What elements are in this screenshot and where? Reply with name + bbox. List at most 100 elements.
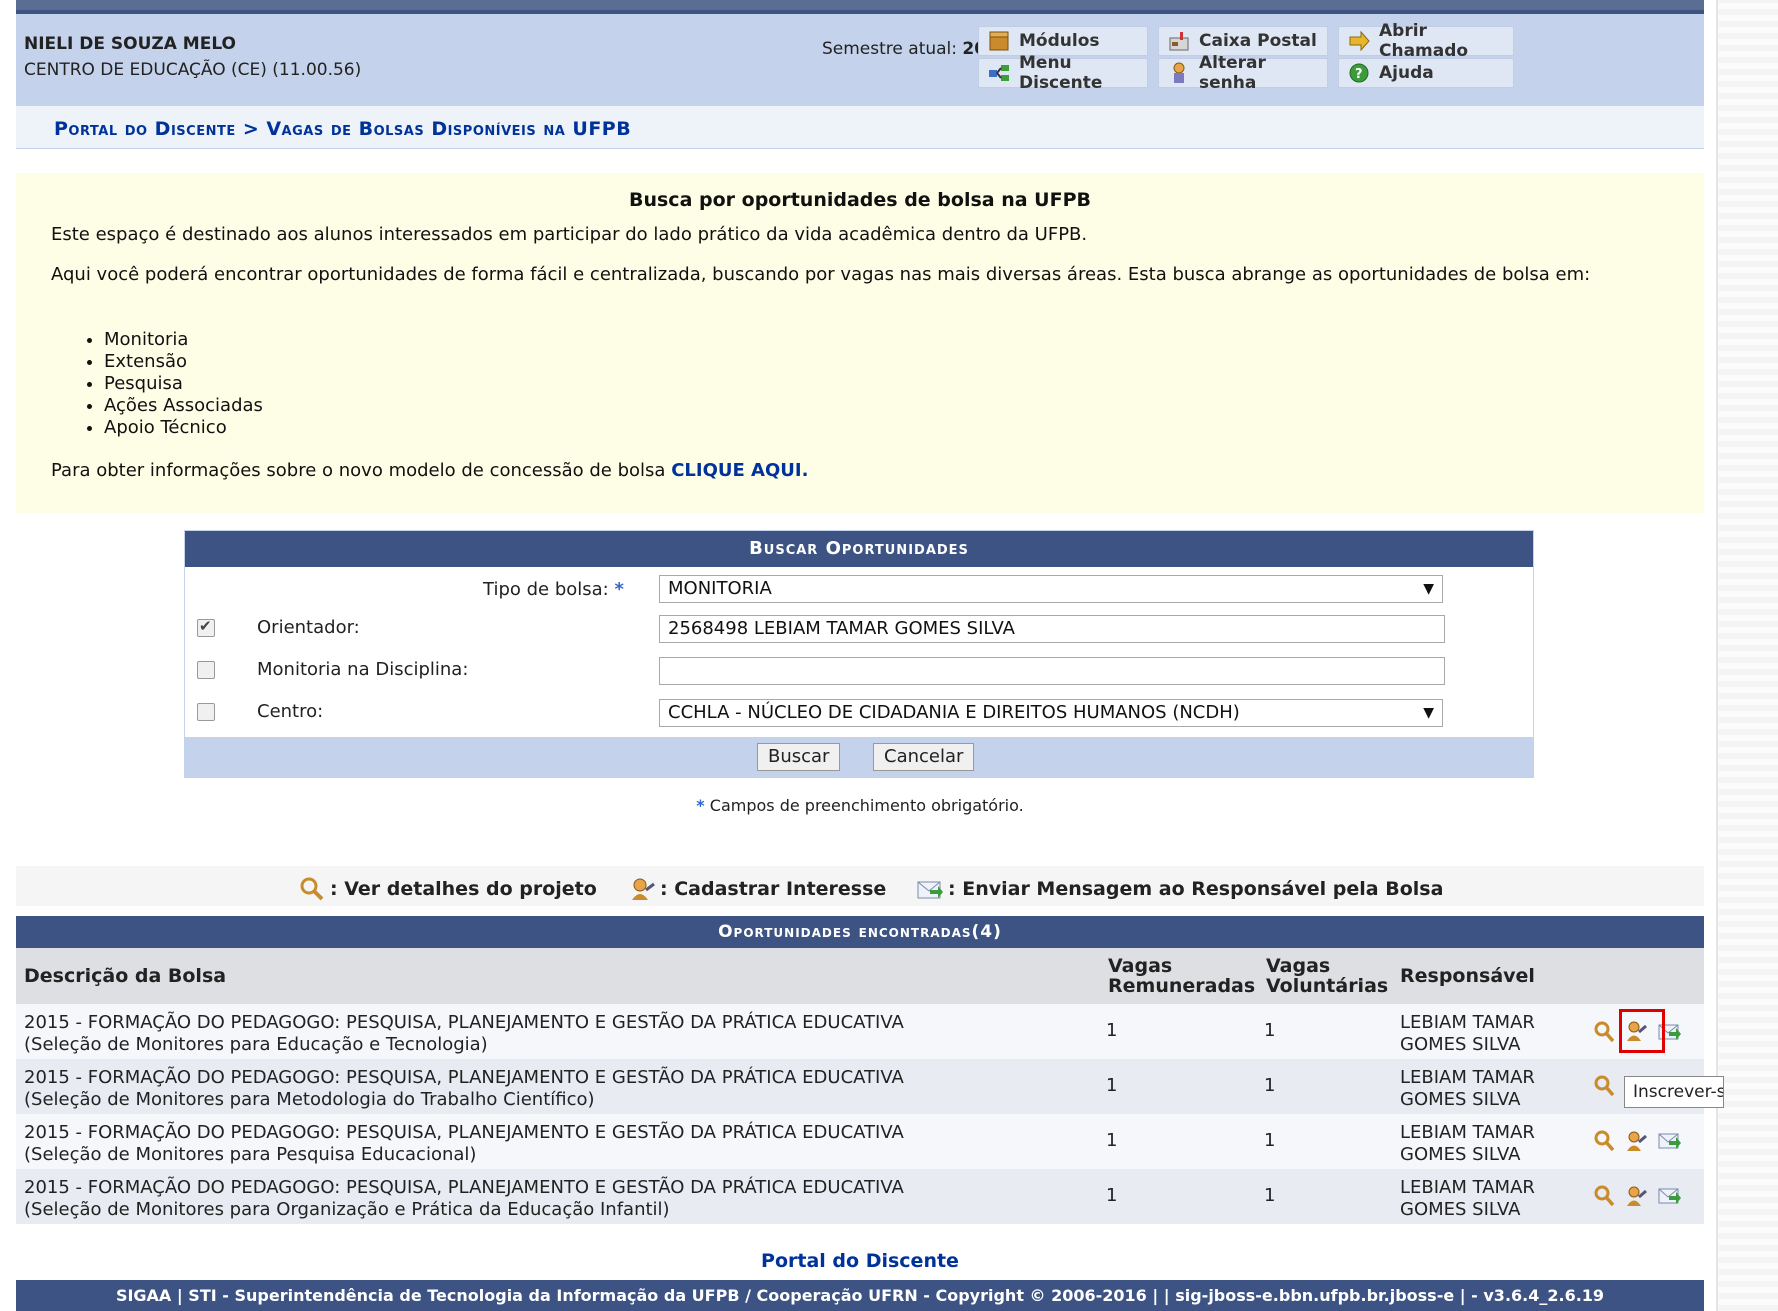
table-row: 2015 - FORMAÇÃO DO PEDAGOGO: PESQUISA, P… bbox=[16, 1169, 1704, 1224]
abrir-chamado-label: Abrir Chamado bbox=[1379, 21, 1469, 61]
send-message-icon[interactable] bbox=[1658, 1129, 1682, 1153]
page: NIELI DE SOUZA MELO CENTRO DE EDUCAÇÃO (… bbox=[16, 0, 1704, 1311]
caixa-postal-button[interactable]: Caixa Postal bbox=[1158, 26, 1328, 56]
centro-checkbox[interactable] bbox=[197, 703, 215, 721]
row-desc-line1: 2015 - FORMAÇÃO DO PEDAGOGO: PESQUISA, P… bbox=[24, 1122, 904, 1143]
legend-message-label: : Enviar Mensagem ao Responsável pela Bo… bbox=[948, 878, 1444, 900]
abrir-chamado-button[interactable]: Abrir Chamado bbox=[1338, 21, 1514, 61]
legend-details: : Ver detalhes do projeto bbox=[298, 876, 597, 902]
ajuda-label: Ajuda bbox=[1379, 63, 1434, 83]
row-description: 2015 - FORMAÇÃO DO PEDAGOGO: PESQUISA, P… bbox=[24, 1067, 904, 1111]
list-item: Apoio Técnico bbox=[104, 417, 263, 439]
search-panel: Buscar Oportunidades Tipo de bolsa: * MO… bbox=[184, 530, 1534, 778]
info-paragraph-3: Para obter informações sobre o novo mode… bbox=[51, 459, 808, 483]
required-note: * Campos de preenchimento obrigatório. bbox=[16, 796, 1704, 815]
row-desc-line2: (Seleção de Monitores para Metodologia d… bbox=[24, 1089, 595, 1110]
row-desc-line1: 2015 - FORMAÇÃO DO PEDAGOGO: PESQUISA, P… bbox=[24, 1067, 904, 1088]
buscar-button[interactable]: Buscar bbox=[757, 743, 841, 771]
alterar-senha-button[interactable]: Alterar senha bbox=[1158, 53, 1328, 93]
row-resp-line1: LEBIAM TAMAR bbox=[1400, 1067, 1535, 1088]
orientador-checkbox[interactable] bbox=[197, 617, 215, 637]
caixa-postal-label: Caixa Postal bbox=[1199, 31, 1317, 51]
row-desc-line1: 2015 - FORMAÇÃO DO PEDAGOGO: PESQUISA, P… bbox=[24, 1012, 904, 1033]
col-resp-header: Responsável bbox=[1400, 965, 1535, 987]
disciplina-checkbox[interactable] bbox=[197, 661, 215, 679]
row-vagas-rem: 1 bbox=[1106, 1185, 1118, 1206]
col-vagas-rem-line2: Remuneradas bbox=[1108, 975, 1256, 997]
mailbox-icon bbox=[1167, 29, 1191, 53]
breadcrumb[interactable]: Portal do Discente > Vagas de Bolsas Dis… bbox=[54, 118, 631, 140]
centro-select[interactable]: CCHLA - NÚCLEO DE CIDADANIA E DIREITOS H… bbox=[659, 699, 1443, 727]
row-desc-line2: (Seleção de Monitores para Organização e… bbox=[24, 1199, 670, 1220]
row-responsavel: LEBIAM TAMAR GOMES SILVA bbox=[1400, 1177, 1535, 1221]
row-resp-line1: LEBIAM TAMAR bbox=[1400, 1177, 1535, 1198]
row-vagas-vol: 1 bbox=[1264, 1185, 1276, 1206]
user-header: NIELI DE SOUZA MELO CENTRO DE EDUCAÇÃO (… bbox=[16, 14, 1704, 106]
centro-label: Centro: bbox=[257, 701, 324, 722]
row-responsavel: LEBIAM TAMAR GOMES SILVA bbox=[1400, 1012, 1535, 1056]
register-interest-icon[interactable] bbox=[1624, 1184, 1648, 1208]
row-responsavel: LEBIAM TAMAR GOMES SILVA bbox=[1400, 1067, 1535, 1111]
highlight-box bbox=[1619, 1009, 1665, 1053]
details-magnifier-icon[interactable] bbox=[1592, 1074, 1616, 1098]
modulos-button[interactable]: Módulos bbox=[978, 26, 1148, 56]
col-vagas-vol-line1: Vagas bbox=[1266, 955, 1331, 977]
orientador-input[interactable]: 2568498 LEBIAM TAMAR GOMES SILVA bbox=[659, 615, 1445, 643]
col-vagas-vol-line2: Voluntárias bbox=[1266, 975, 1389, 997]
row-description: 2015 - FORMAÇÃO DO PEDAGOGO: PESQUISA, P… bbox=[24, 1122, 904, 1166]
list-item: Ações Associadas bbox=[104, 395, 263, 417]
magnifier-icon bbox=[298, 876, 326, 902]
details-magnifier-icon[interactable] bbox=[1592, 1184, 1616, 1208]
icon-legend: : Ver detalhes do projeto : Cadastrar In… bbox=[16, 866, 1704, 906]
bolsa-type-list: Monitoria Extensão Pesquisa Ações Associ… bbox=[86, 329, 263, 439]
clique-aqui-link[interactable]: CLIQUE AQUI. bbox=[671, 460, 808, 481]
dropdown-arrow-icon: ▼ bbox=[1423, 581, 1434, 597]
col-vagas-rem-header: Vagas Remuneradas bbox=[1108, 956, 1255, 996]
legend-interest-label: : Cadastrar Interesse bbox=[660, 878, 887, 900]
footer-bar: SIGAA | STI - Superintendência de Tecnol… bbox=[16, 1280, 1704, 1311]
menu-discente-button[interactable]: Menu Discente bbox=[978, 53, 1148, 93]
legend-details-label: : Ver detalhes do projeto bbox=[330, 878, 597, 900]
user-name: NIELI DE SOUZA MELO bbox=[24, 34, 236, 54]
row-vagas-rem: 1 bbox=[1106, 1020, 1118, 1041]
row-vagas-vol: 1 bbox=[1264, 1020, 1276, 1041]
scroll-gutter bbox=[1718, 0, 1778, 1311]
breadcrumb-bar: Portal do Discente > Vagas de Bolsas Dis… bbox=[16, 106, 1704, 149]
user-key-icon bbox=[1167, 61, 1191, 85]
centro-value: CCHLA - NÚCLEO DE CIDADANIA E DIREITOS H… bbox=[668, 702, 1240, 723]
register-interest-icon[interactable] bbox=[1624, 1129, 1648, 1153]
user-register-icon bbox=[628, 876, 656, 902]
row-description: 2015 - FORMAÇÃO DO PEDAGOGO: PESQUISA, P… bbox=[24, 1177, 904, 1221]
inscrever-tooltip: Inscrever-se ne bbox=[1624, 1076, 1724, 1108]
row-resp-line1: LEBIAM TAMAR bbox=[1400, 1122, 1535, 1143]
row-resp-line2: GOMES SILVA bbox=[1400, 1034, 1521, 1055]
info-title: Busca por oportunidades de bolsa na UFPB bbox=[628, 189, 1091, 211]
alterar-senha-label: Alterar senha bbox=[1199, 53, 1266, 93]
list-item: Extensão bbox=[104, 351, 263, 373]
svg-text:?: ? bbox=[1355, 67, 1363, 82]
portal-discente-link[interactable]: Portal do Discente bbox=[16, 1250, 1704, 1272]
list-item: Monitoria bbox=[104, 329, 263, 351]
user-unit: CENTRO DE EDUCAÇÃO (CE) (11.00.56) bbox=[24, 60, 362, 80]
arrow-icon bbox=[1347, 29, 1371, 53]
results-caption: Oportunidades encontradas(4) bbox=[16, 916, 1704, 948]
row-vagas-rem: 1 bbox=[1106, 1130, 1118, 1151]
row-resp-line2: GOMES SILVA bbox=[1400, 1144, 1521, 1165]
help-icon: ? bbox=[1347, 61, 1371, 85]
info-box: Busca por oportunidades de bolsa na UFPB… bbox=[16, 173, 1704, 513]
row-desc-line1: 2015 - FORMAÇÃO DO PEDAGOGO: PESQUISA, P… bbox=[24, 1177, 904, 1198]
table-row: 2015 - FORMAÇÃO DO PEDAGOGO: PESQUISA, P… bbox=[16, 1114, 1704, 1169]
orientador-label: Orientador: bbox=[257, 617, 360, 638]
box-icon bbox=[987, 29, 1011, 53]
tipo-bolsa-select[interactable]: MONITORIA ▼ bbox=[659, 575, 1443, 603]
details-magnifier-icon[interactable] bbox=[1592, 1020, 1616, 1044]
details-magnifier-icon[interactable] bbox=[1592, 1129, 1616, 1153]
list-item: Pesquisa bbox=[104, 373, 263, 395]
send-message-icon[interactable] bbox=[1658, 1184, 1682, 1208]
cancelar-button[interactable]: Cancelar bbox=[873, 743, 975, 771]
col-vagas-rem-line1: Vagas bbox=[1108, 955, 1173, 977]
required-star-icon: * bbox=[696, 796, 705, 815]
info-paragraph-1: Este espaço é destinado aos alunos inter… bbox=[51, 224, 1088, 245]
disciplina-input[interactable] bbox=[659, 657, 1445, 685]
ajuda-button[interactable]: ? Ajuda bbox=[1338, 58, 1514, 88]
